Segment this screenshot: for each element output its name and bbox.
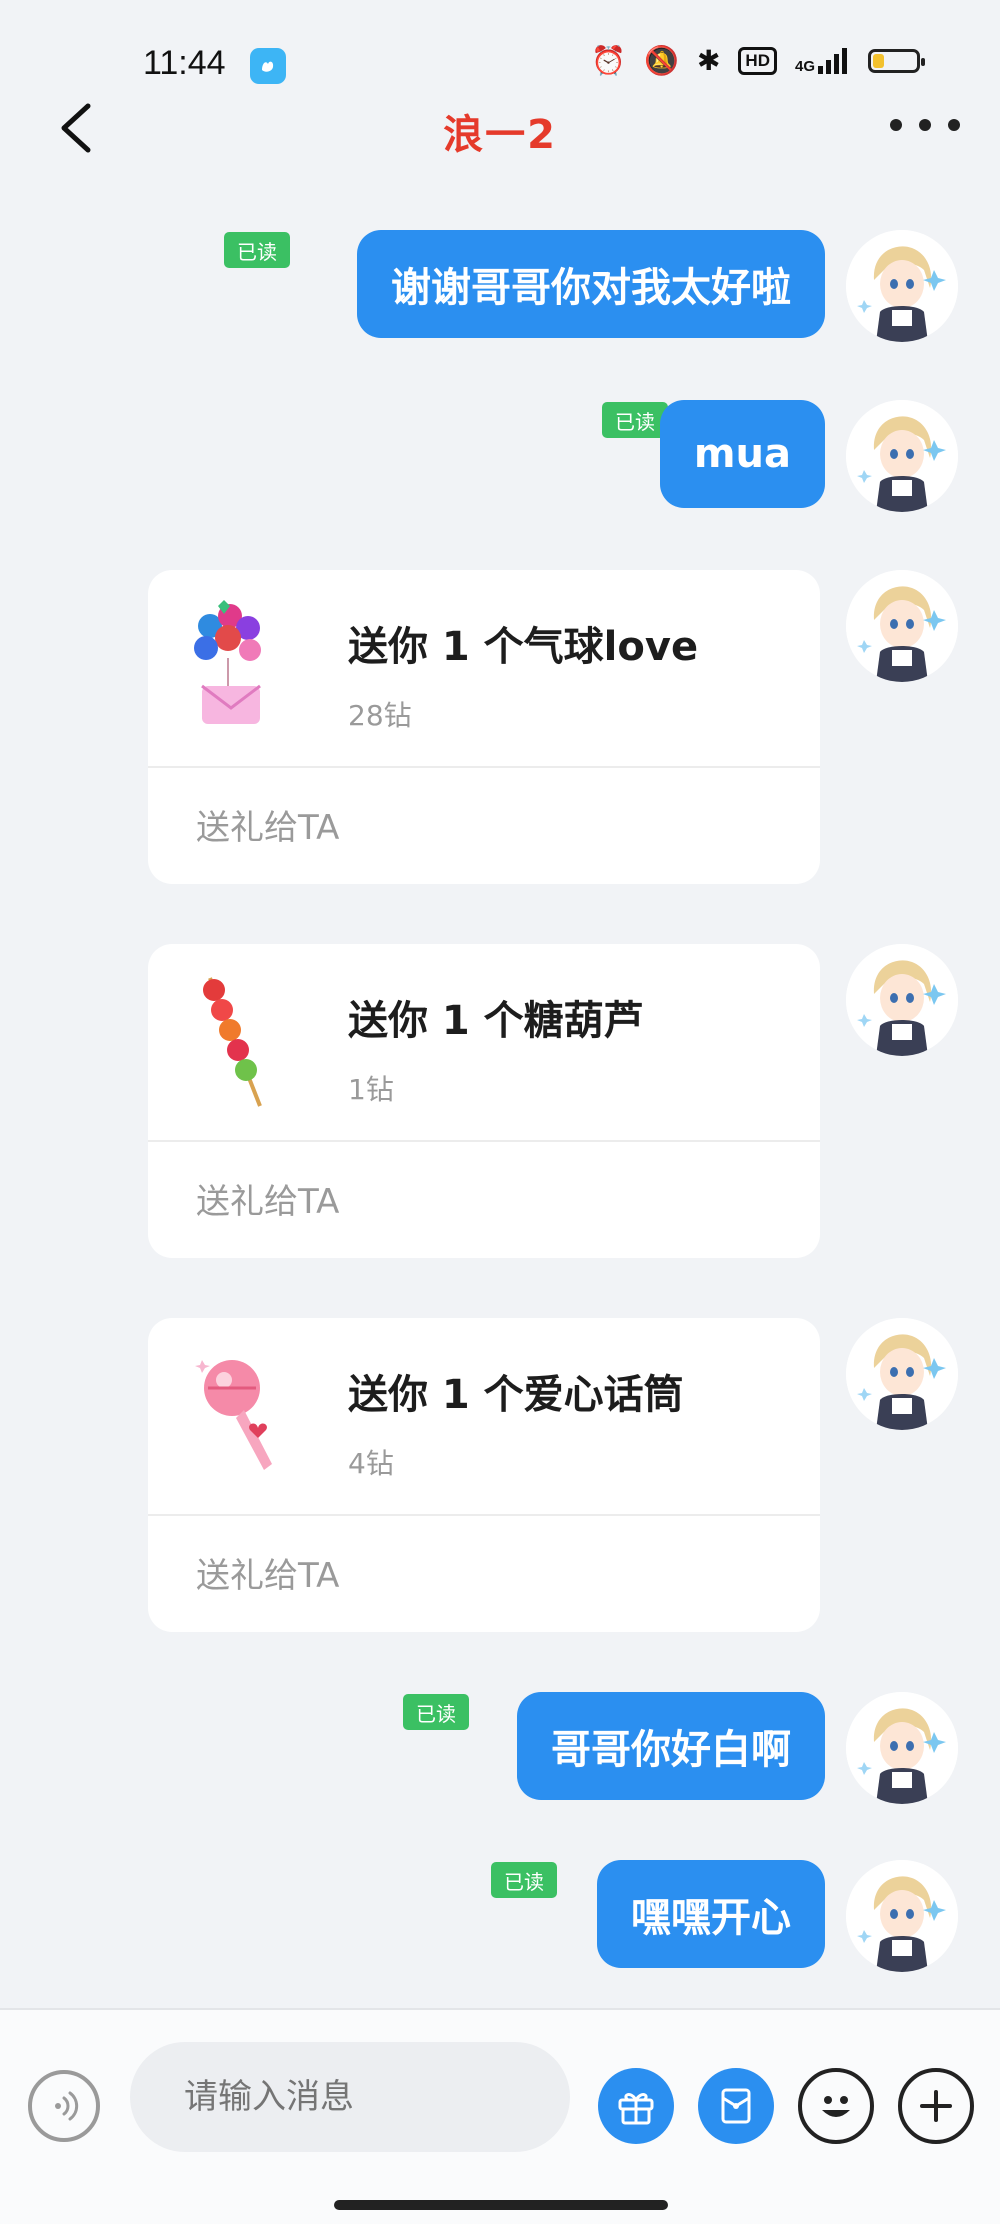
gift-icon — [618, 2093, 654, 2125]
gift-card-body: 送你 1 个爱心话筒 4钻 — [148, 1318, 820, 1514]
gift-card[interactable]: 送你 1 个爱心话筒 4钻 送礼给TA — [148, 1318, 820, 1632]
message-bubble[interactable]: 哥哥你好白啊 — [517, 1692, 825, 1800]
user-avatar-image — [846, 1318, 958, 1430]
more-dot-icon — [890, 119, 902, 131]
app-notification-icon — [250, 48, 286, 84]
home-indicator[interactable] — [334, 2200, 668, 2210]
gift-card-body: 送你 1 个糖葫芦 1钻 — [148, 944, 820, 1140]
bluetooth-icon: ✱ — [696, 45, 721, 76]
avatar[interactable] — [846, 1692, 958, 1804]
send-gift-button[interactable]: 送礼给TA — [196, 1174, 339, 1223]
heart-microphone-gift-icon — [195, 1360, 272, 1470]
divider — [148, 766, 820, 768]
user-avatar-image — [846, 400, 958, 512]
battery-level — [873, 53, 884, 68]
message-input[interactable] — [130, 2042, 570, 2152]
status-time: 11:44 — [143, 44, 226, 82]
message-composer — [0, 2008, 1000, 2224]
avatar[interactable] — [846, 400, 958, 512]
gift-title: 送你 1 个爱心话筒 — [348, 1372, 684, 1418]
red-packet-icon — [721, 2088, 751, 2124]
voice-icon — [55, 2091, 79, 2121]
divider — [148, 1140, 820, 1142]
gift-button[interactable] — [598, 2068, 674, 2144]
divider — [148, 1514, 820, 1516]
avatar[interactable] — [846, 230, 958, 342]
status-icons: ⏰ 🔕 ✱ HD 4G — [591, 44, 925, 77]
avatar[interactable] — [846, 570, 958, 682]
red-packet-button[interactable] — [698, 2068, 774, 2144]
user-avatar-image — [846, 1692, 958, 1804]
gift-price: 28钻 — [348, 699, 412, 732]
user-avatar-image — [846, 570, 958, 682]
message-bubble[interactable]: 谢谢哥哥你对我太好啦 — [357, 230, 825, 338]
gift-card[interactable]: 送你 1 个气球love 28钻 送礼给TA — [148, 570, 820, 884]
hd-icon: HD — [738, 46, 777, 75]
gift-price: 4钻 — [348, 1447, 394, 1480]
avatar[interactable] — [846, 1860, 958, 1972]
user-avatar-image — [846, 1860, 958, 1972]
send-gift-button[interactable]: 送礼给TA — [196, 1548, 339, 1597]
network-label: 4G — [794, 57, 815, 75]
more-actions-button[interactable] — [898, 2068, 974, 2144]
signal-4g-icon: 4G — [794, 47, 850, 75]
gift-card-body: 送你 1 个气球love 28钻 — [148, 570, 820, 766]
plus-icon — [920, 2090, 952, 2122]
avatar[interactable] — [846, 944, 958, 1056]
chat-title: 浪一2 — [443, 112, 557, 158]
alarm-icon: ⏰ — [591, 45, 627, 76]
battery-icon — [868, 48, 925, 73]
read-status-tag: 已读 — [491, 1862, 557, 1898]
more-options-button[interactable] — [890, 100, 960, 150]
gift-card[interactable]: 送你 1 个糖葫芦 1钻 送礼给TA — [148, 944, 820, 1258]
read-status-tag: 已读 — [403, 1694, 469, 1730]
candied-haws-gift-icon — [203, 977, 262, 1107]
message-bubble[interactable]: 嘿嘿开心 — [597, 1860, 825, 1968]
gift-title: 送你 1 个糖葫芦 — [348, 998, 644, 1044]
send-gift-button[interactable]: 送礼给TA — [196, 800, 339, 849]
read-status-tag: 已读 — [224, 232, 290, 268]
user-avatar-image — [846, 944, 958, 1056]
emoji-button[interactable] — [798, 2068, 874, 2144]
balloon-gift-icon — [194, 600, 261, 724]
avatar[interactable] — [846, 1318, 958, 1430]
chat-header: 浪一2 — [0, 90, 1000, 164]
emoji-icon — [822, 2096, 850, 2117]
voice-input-button[interactable] — [28, 2070, 100, 2142]
gift-price: 1钻 — [348, 1073, 394, 1106]
user-avatar-image — [846, 230, 958, 342]
mute-icon: 🔕 — [644, 45, 679, 76]
read-status-tag: 已读 — [602, 402, 668, 438]
more-dot-icon — [919, 119, 931, 131]
message-bubble[interactable]: mua — [659, 400, 825, 508]
more-dot-icon — [948, 119, 960, 131]
gift-title: 送你 1 个气球love — [348, 624, 699, 670]
